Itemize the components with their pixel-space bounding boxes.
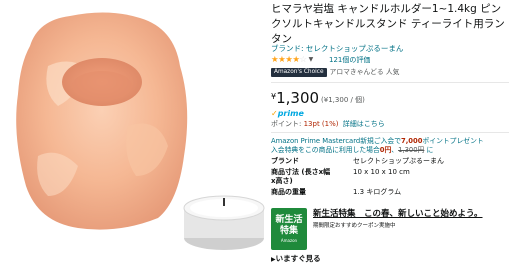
check-icon: ✓: [271, 109, 278, 118]
banner-subtext: 期間限定おすすめクーポン実施中: [313, 223, 396, 229]
rating-count-link[interactable]: 121個の評価: [329, 56, 370, 65]
price: 1,300: [276, 89, 320, 107]
product-info-panel: ヒマラヤ岩塩 キャンドルホルダー1~1.4kg ピンクソルトキャンドルスタンド …: [269, 0, 512, 267]
new-life-banner[interactable]: 新生活 特集 Amazon 新生活特集 この春、新しいこと始めよう。 期間限定お…: [271, 208, 509, 250]
prime-badge: ✓prime: [271, 109, 304, 118]
salt-lamp-image: [16, 12, 188, 230]
points-details-link[interactable]: 詳細はこちら: [343, 120, 385, 128]
banner-text: 新生活特集 この春、新しいこと始めよう。 期間限定おすすめクーポン実施中: [313, 208, 483, 230]
card-promo-text[interactable]: Amazon Prime Mastercard新規ご入会で7,000ポイントプレ…: [271, 137, 511, 155]
spec-table: ブランド セレクトショップぷるーまん 商品寸法 (長さx幅x高さ) 10 x 1…: [271, 157, 511, 199]
product-title: ヒマラヤ岩塩 キャンドルホルダー1~1.4kg ピンクソルトキャンドルスタンド …: [271, 3, 505, 45]
choice-category[interactable]: アロマきゃんどる 人気: [330, 68, 400, 76]
points-row: ポイント: 13pt (1%) 詳細はこちら: [271, 120, 385, 128]
brand-link[interactable]: ブランド: セレクトショップぷるーまん: [271, 44, 403, 53]
spec-row: 商品寸法 (長さx幅x高さ) 10 x 10 x 10 cm: [271, 168, 410, 185]
amazons-choice-row: Amazon's Choice アロマきゃんどる 人気: [271, 68, 400, 78]
star-icons: ★★★★☆: [271, 54, 307, 65]
points-value: 13pt (1%): [303, 120, 339, 128]
price-row: ¥ 1,300 (¥1,300 / 個): [271, 90, 365, 106]
divider: [271, 132, 509, 133]
chevron-down-icon[interactable]: ▼: [309, 56, 314, 64]
see-now-link[interactable]: ▶いますぐ見る: [271, 254, 321, 264]
rating-stars[interactable]: ★★★★☆ ▼: [271, 55, 313, 65]
unit-price: (¥1,300 / 個): [321, 96, 365, 104]
banner-headline[interactable]: 新生活特集 この春、新しいこと始めよう。: [313, 208, 483, 220]
tealight-candle-image: [183, 195, 265, 250]
new-life-badge: 新生活 特集 Amazon: [271, 208, 307, 250]
product-image[interactable]: [0, 0, 268, 267]
divider: [271, 82, 509, 83]
amazons-choice-badge: Amazon's Choice: [271, 68, 327, 78]
spec-row: 商品の重量 1.3 キログラム: [271, 188, 402, 196]
spec-row: ブランド セレクトショップぷるーまん: [271, 157, 444, 165]
